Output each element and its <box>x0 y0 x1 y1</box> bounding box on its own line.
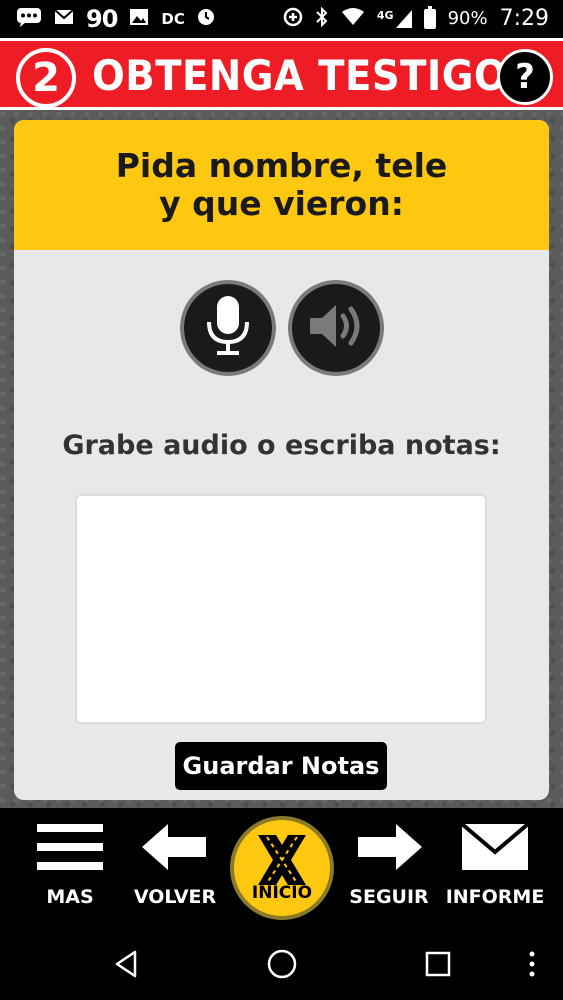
nav-mas-button[interactable]: MAS <box>20 808 120 932</box>
nav-inicio-label: INICIO <box>251 883 313 903</box>
messages-icon <box>16 7 42 31</box>
triangle-back-icon <box>113 950 139 982</box>
help-button[interactable]: ? <box>497 49 553 105</box>
nav-volver-label: VOLVER <box>133 886 217 908</box>
arrow-right-icon <box>356 808 422 886</box>
play-audio-button[interactable] <box>288 280 384 376</box>
step-number-badge: 2 <box>16 48 76 108</box>
header-bar: 2 OBTENGA TESTIGOS ? <box>0 38 563 110</box>
clock-time: 7:29 <box>499 6 549 31</box>
circle-home-icon <box>266 948 298 984</box>
instruction-line-2: y que vieron: <box>159 184 404 223</box>
notes-label: Grabe audio o escriba notas: <box>62 430 501 461</box>
witness-card: Pida nombre, tele y que vieron: Grabe au… <box>14 120 549 800</box>
arrow-left-icon <box>142 808 208 886</box>
notification-count: 90 <box>86 5 118 33</box>
home-button[interactable] <box>262 946 302 986</box>
instruction-banner: Pida nombre, tele y que vieron: <box>14 120 549 250</box>
main-content: Pida nombre, tele y que vieron: Grabe au… <box>0 110 563 808</box>
nav-volver-button[interactable]: VOLVER <box>125 808 225 932</box>
status-left: 90 DC <box>16 7 215 31</box>
battery-percent: 90% <box>447 8 488 29</box>
notes-textarea[interactable] <box>75 494 487 724</box>
back-button[interactable] <box>106 946 146 986</box>
nav-mas-label: MAS <box>46 886 94 908</box>
envelope-icon <box>462 808 528 886</box>
mail-icon <box>54 9 74 29</box>
clock-icon <box>197 8 215 30</box>
recents-button[interactable] <box>418 946 458 986</box>
nav-informe-button[interactable]: INFORME <box>443 808 547 932</box>
page-title: OBTENGA TESTIGOS <box>92 51 536 100</box>
microphone-icon <box>203 294 253 362</box>
nav-inicio-button[interactable]: INICIO <box>230 816 334 920</box>
nav-seguir-label: SEGUIR <box>349 886 429 908</box>
bottom-nav: MAS VOLVER INICIO SEGUIR INFORME <box>0 808 563 932</box>
speaker-icon <box>306 301 366 355</box>
overflow-menu-button[interactable] <box>512 946 552 986</box>
android-nav-bar <box>0 932 563 1000</box>
bluetooth-icon <box>315 6 329 31</box>
data-saver-icon <box>283 7 303 31</box>
status-bar: 90 DC 4G 90% 7:29 <box>0 0 563 38</box>
dc-label: DC <box>161 9 185 28</box>
save-notes-button[interactable]: Guardar Notas <box>175 742 387 790</box>
square-recents-icon <box>424 950 452 982</box>
wifi-icon <box>341 8 365 30</box>
instruction-line-1: Pida nombre, tele <box>115 146 448 185</box>
step-number: 2 <box>32 55 60 101</box>
network-label: 4G <box>376 9 394 22</box>
status-right: 4G 90% 7:29 <box>283 6 549 31</box>
nav-informe-label: INFORME <box>445 886 545 908</box>
vertical-dots-icon <box>528 950 536 982</box>
battery-icon <box>423 6 436 29</box>
hamburger-menu-icon <box>37 808 103 886</box>
nav-seguir-button[interactable]: SEGUIR <box>339 808 439 932</box>
help-label: ? <box>515 57 535 97</box>
image-icon <box>129 8 149 30</box>
record-audio-button[interactable] <box>180 280 276 376</box>
signal-icon: 4G <box>377 10 412 28</box>
